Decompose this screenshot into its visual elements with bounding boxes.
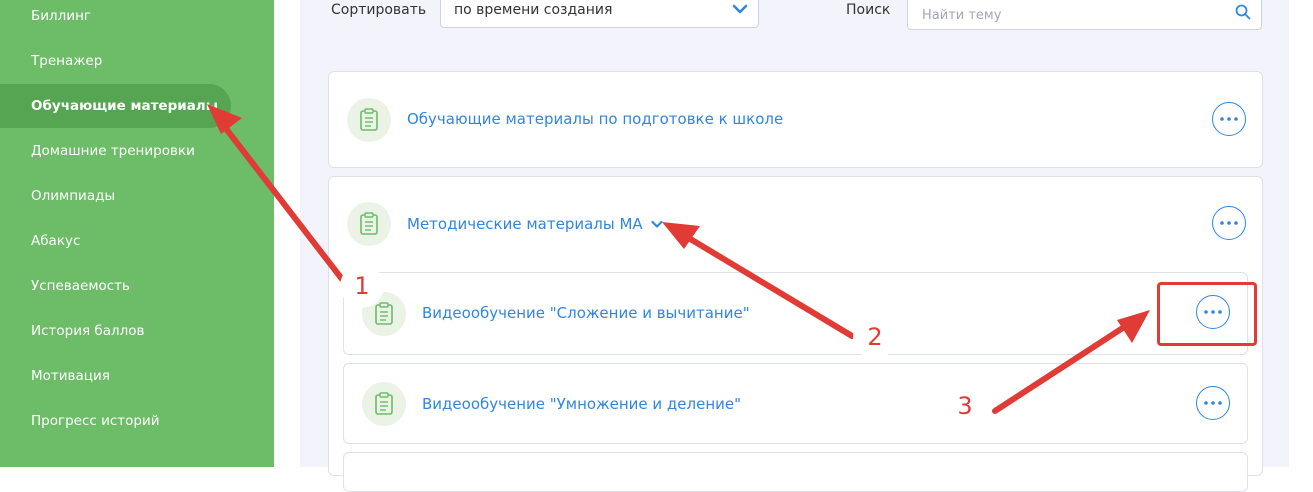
sub-material-card: Видеообучение "Сложение и вычитание" <box>343 272 1248 355</box>
folder-title-text: Методические материалы МА <box>407 215 643 233</box>
sidebar-item-trainer[interactable]: Тренажер <box>0 39 231 83</box>
sort-select-value: по времени создания <box>454 2 613 18</box>
more-dots-icon <box>1220 221 1238 225</box>
sidebar: Биллинг Тренажер Обучающие материалы Дом… <box>0 0 274 467</box>
sidebar-item-progress[interactable]: Успеваемость <box>0 264 231 308</box>
sidebar-item-stories-progress[interactable]: Прогресс историй <box>0 399 231 443</box>
search-label: Поиск <box>846 2 891 18</box>
annotation-number-1: 1 <box>340 264 384 308</box>
material-title[interactable]: Обучающие материалы по подготовке к школ… <box>407 110 783 128</box>
search-box <box>907 0 1262 30</box>
sub-material-card <box>343 452 1248 492</box>
sub-material-title[interactable]: Видеообучение "Умножение и деление" <box>422 395 741 413</box>
search-icon[interactable] <box>1235 4 1251 20</box>
sidebar-item-points-history[interactable]: История баллов <box>0 309 231 353</box>
annotation-number-2: 2 <box>853 315 897 359</box>
material-card: Обучающие материалы по подготовке к школ… <box>328 71 1263 168</box>
chevron-down-icon <box>732 4 748 14</box>
document-icon <box>347 202 391 246</box>
more-options-button[interactable] <box>1196 386 1230 420</box>
sidebar-item-motivation[interactable]: Мотивация <box>0 354 231 398</box>
page-edge <box>1289 0 1313 467</box>
annotation-number-3: 3 <box>943 384 987 428</box>
chevron-down-icon[interactable] <box>651 220 664 229</box>
search-input[interactable] <box>908 0 1218 29</box>
sort-label: Сортировать <box>331 2 427 18</box>
sidebar-item-learning-materials[interactable]: Обучающие материалы <box>0 84 231 128</box>
sidebar-item-olympiads[interactable]: Олимпиады <box>0 174 231 218</box>
sort-select[interactable]: по времени создания <box>440 0 759 28</box>
more-options-button[interactable] <box>1212 102 1246 136</box>
sub-material-title[interactable]: Видеообучение "Сложение и вычитание" <box>422 304 750 322</box>
sub-material-card: Видеообучение "Умножение и деление" <box>343 363 1248 444</box>
document-icon <box>347 98 391 142</box>
more-options-button[interactable] <box>1212 206 1246 240</box>
document-icon <box>362 382 406 426</box>
sidebar-item-home-training[interactable]: Домашние тренировки <box>0 129 231 173</box>
sidebar-item-billing[interactable]: Биллинг <box>0 0 231 38</box>
annotation-highlight-box <box>1157 282 1257 346</box>
more-dots-icon <box>1220 117 1238 121</box>
more-dots-icon <box>1204 401 1222 405</box>
folder-title[interactable]: Методические материалы МА <box>407 215 664 233</box>
sidebar-item-abacus[interactable]: Абакус <box>0 219 231 263</box>
